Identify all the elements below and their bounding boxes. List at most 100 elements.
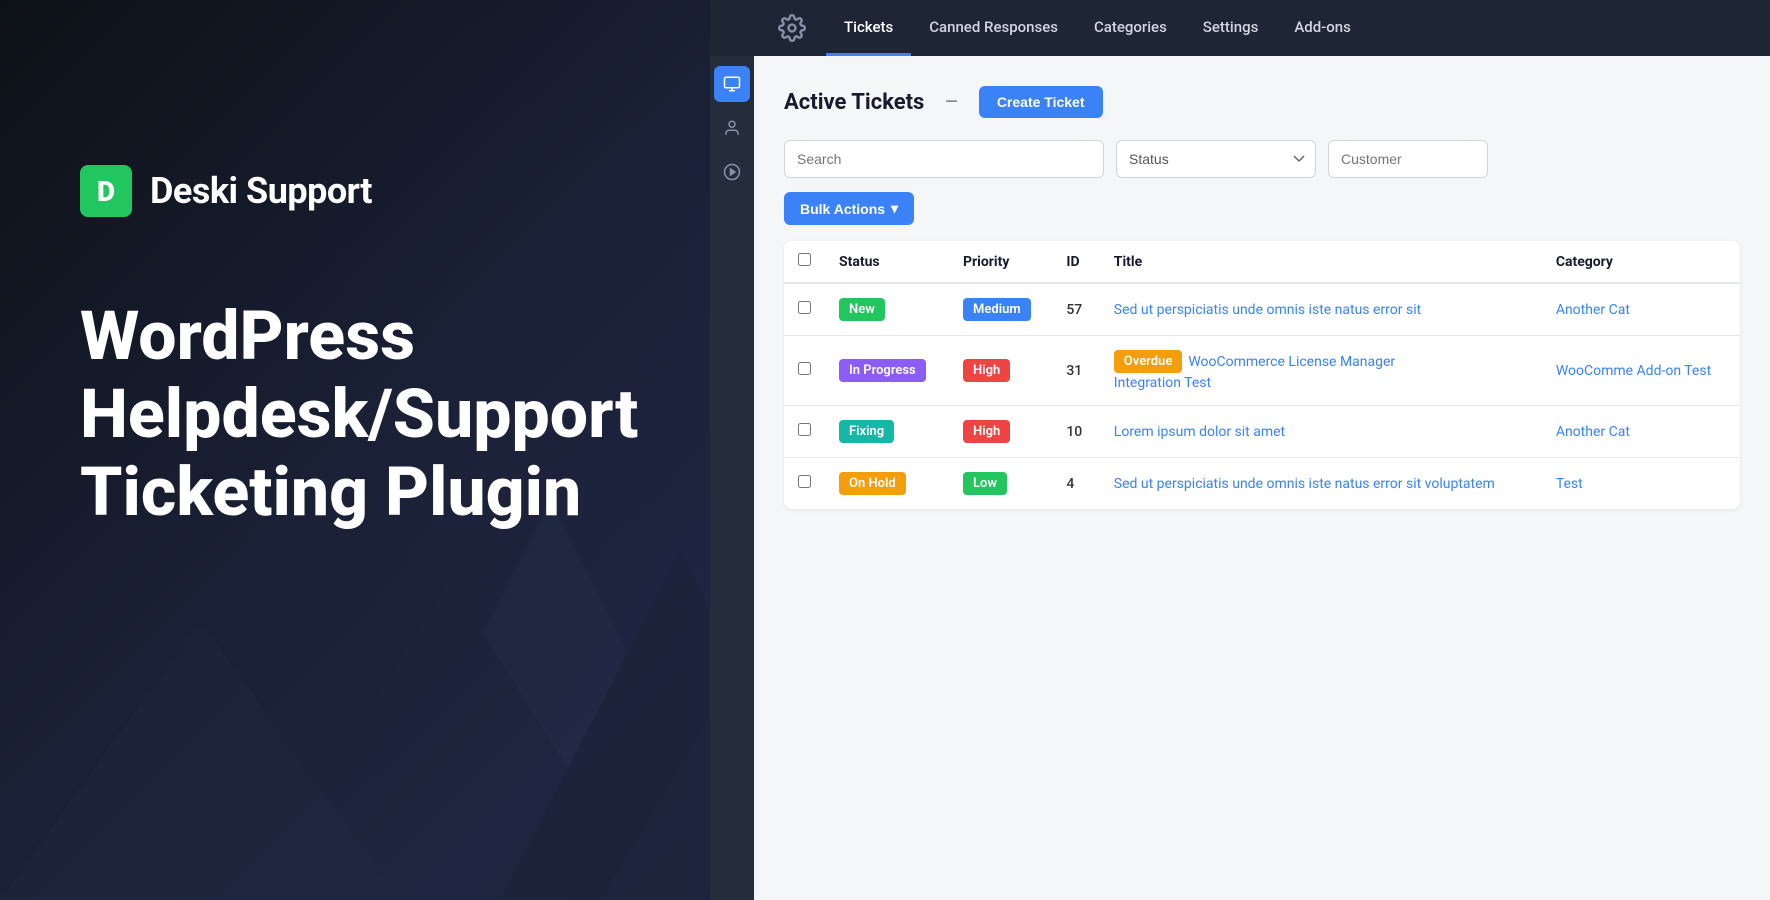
settings-icon: [778, 14, 806, 42]
priority-badge: High: [963, 359, 1010, 382]
ticket-title-link[interactable]: Sed ut perspiciatis unde omnis iste natu…: [1114, 302, 1421, 318]
row-category-cell: Another Cat: [1542, 406, 1740, 458]
status-badge: Fixing: [839, 420, 894, 443]
left-panel: D Deski Support WordPress Helpdesk/Suppo…: [0, 0, 790, 900]
table-row: Fixing High 10 Lorem ipsum dolor sit ame…: [784, 406, 1740, 458]
content-area: Active Tickets – Create Ticket Status Ne…: [710, 56, 1770, 900]
table-header-row: Status Priority ID Title Category: [784, 241, 1740, 283]
tickets-table: Status Priority ID Title Category: [784, 241, 1740, 509]
nav-canned-responses[interactable]: Canned Responses: [911, 0, 1076, 56]
table-row: In Progress High 31 Overdue WooCommerce …: [784, 336, 1740, 406]
row-checkbox-cell: [784, 458, 825, 510]
sidebar: [710, 56, 754, 900]
ticket-title-link[interactable]: Lorem ipsum dolor sit amet: [1114, 424, 1285, 440]
nav-links: Tickets Canned Responses Categories Sett…: [826, 0, 1369, 56]
col-header-checkbox: [784, 241, 825, 283]
category-label: Another Cat: [1556, 424, 1630, 440]
col-header-title: Title: [1100, 241, 1542, 283]
row-status-cell: New: [825, 283, 949, 336]
row-checkbox-cell: [784, 283, 825, 336]
hero-line3: Ticketing Plugin: [80, 453, 710, 531]
row-category-cell: WooComme Add-on Test: [1542, 336, 1740, 406]
hero-line2: Helpdesk/Support: [80, 375, 710, 453]
bulk-actions-button[interactable]: Bulk Actions ▾: [784, 192, 914, 225]
row-status-cell: In Progress: [825, 336, 949, 406]
customer-input[interactable]: [1328, 140, 1488, 178]
bulk-actions-label: Bulk Actions: [800, 201, 885, 217]
category-label: WooComme Add-on Test: [1556, 363, 1711, 379]
row-checkbox[interactable]: [798, 475, 811, 488]
row-id-cell: 10: [1052, 406, 1099, 458]
priority-badge: High: [963, 420, 1010, 443]
row-id-cell: 57: [1052, 283, 1099, 336]
row-checkbox-cell: [784, 336, 825, 406]
col-header-priority: Priority: [949, 241, 1052, 283]
table-row: On Hold Low 4 Sed ut perspiciatis unde o…: [784, 458, 1740, 510]
hero-text: WordPress Helpdesk/Support Ticketing Plu…: [80, 297, 710, 532]
priority-badge: Medium: [963, 298, 1031, 321]
category-label: Test: [1556, 476, 1583, 492]
tickets-header: Active Tickets – Create Ticket: [784, 86, 1740, 118]
row-category-cell: Test: [1542, 458, 1740, 510]
status-badge: On Hold: [839, 472, 906, 495]
user-icon: [723, 119, 741, 137]
main-content: Active Tickets – Create Ticket Status Ne…: [754, 56, 1770, 900]
table-row: New Medium 57 Sed ut perspiciatis unde o…: [784, 283, 1740, 336]
bulk-actions-chevron-icon: ▾: [891, 200, 898, 217]
nav-settings[interactable]: Settings: [1185, 0, 1277, 56]
tickets-icon: [723, 75, 741, 93]
row-status-cell: On Hold: [825, 458, 949, 510]
title-cell-row: Overdue WooCommerce License Manager: [1114, 350, 1528, 373]
row-category-cell: Another Cat: [1542, 283, 1740, 336]
row-priority-cell: High: [949, 336, 1052, 406]
ticket-title-link-2[interactable]: Integration Test: [1114, 375, 1528, 391]
row-checkbox[interactable]: [798, 301, 811, 314]
row-status-cell: Fixing: [825, 406, 949, 458]
row-title-cell: Lorem ipsum dolor sit amet: [1100, 406, 1542, 458]
row-id-cell: 4: [1052, 458, 1099, 510]
title-cell-container: Overdue WooCommerce License Manager Inte…: [1114, 350, 1528, 391]
priority-badge: Low: [963, 472, 1007, 495]
play-icon: [723, 163, 741, 181]
col-header-id: ID: [1052, 241, 1099, 283]
brand-name: Deski Support: [150, 170, 372, 212]
logo-area: D Deski Support: [80, 165, 710, 217]
sidebar-icon-user[interactable]: [714, 110, 750, 146]
hero-line1: WordPress: [80, 297, 710, 375]
row-checkbox[interactable]: [798, 362, 811, 375]
status-badge: In Progress: [839, 359, 926, 382]
row-priority-cell: High: [949, 406, 1052, 458]
overdue-badge: Overdue: [1114, 350, 1183, 373]
row-title-cell: Sed ut perspiciatis unde omnis iste natu…: [1100, 458, 1542, 510]
top-nav: Tickets Canned Responses Categories Sett…: [710, 0, 1770, 56]
row-title-cell: Sed ut perspiciatis unde omnis iste natu…: [1100, 283, 1542, 336]
row-priority-cell: Low: [949, 458, 1052, 510]
row-title-cell: Overdue WooCommerce License Manager Inte…: [1100, 336, 1542, 406]
row-priority-cell: Medium: [949, 283, 1052, 336]
ticket-title-link[interactable]: Sed ut perspiciatis unde omnis iste natu…: [1114, 476, 1495, 492]
row-checkbox-cell: [784, 406, 825, 458]
status-select[interactable]: Status New In Progress Fixing On Hold Cl…: [1116, 140, 1316, 178]
app-window: Tickets Canned Responses Categories Sett…: [710, 0, 1770, 900]
sidebar-icon-tickets[interactable]: [714, 66, 750, 102]
nav-tickets[interactable]: Tickets: [826, 0, 911, 56]
filter-row: Status New In Progress Fixing On Hold Cl…: [784, 140, 1740, 178]
logo-icon: D: [80, 165, 132, 217]
nav-categories[interactable]: Categories: [1076, 0, 1185, 56]
row-checkbox[interactable]: [798, 423, 811, 436]
nav-add-ons[interactable]: Add-ons: [1276, 0, 1369, 56]
status-badge: New: [839, 298, 885, 321]
ticket-title-link[interactable]: WooCommerce License Manager: [1188, 354, 1395, 370]
sidebar-icon-play[interactable]: [714, 154, 750, 190]
col-header-category: Category: [1542, 241, 1740, 283]
col-header-status: Status: [825, 241, 949, 283]
bulk-row: Bulk Actions ▾: [784, 192, 1740, 225]
page-title: Active Tickets: [784, 90, 924, 115]
search-input[interactable]: [784, 140, 1104, 178]
nav-icon-area: [770, 14, 814, 42]
create-ticket-button[interactable]: Create Ticket: [979, 86, 1103, 118]
select-all-checkbox[interactable]: [798, 253, 811, 266]
title-dash: –: [944, 90, 958, 115]
row-id-cell: 31: [1052, 336, 1099, 406]
category-label: Another Cat: [1556, 302, 1630, 318]
